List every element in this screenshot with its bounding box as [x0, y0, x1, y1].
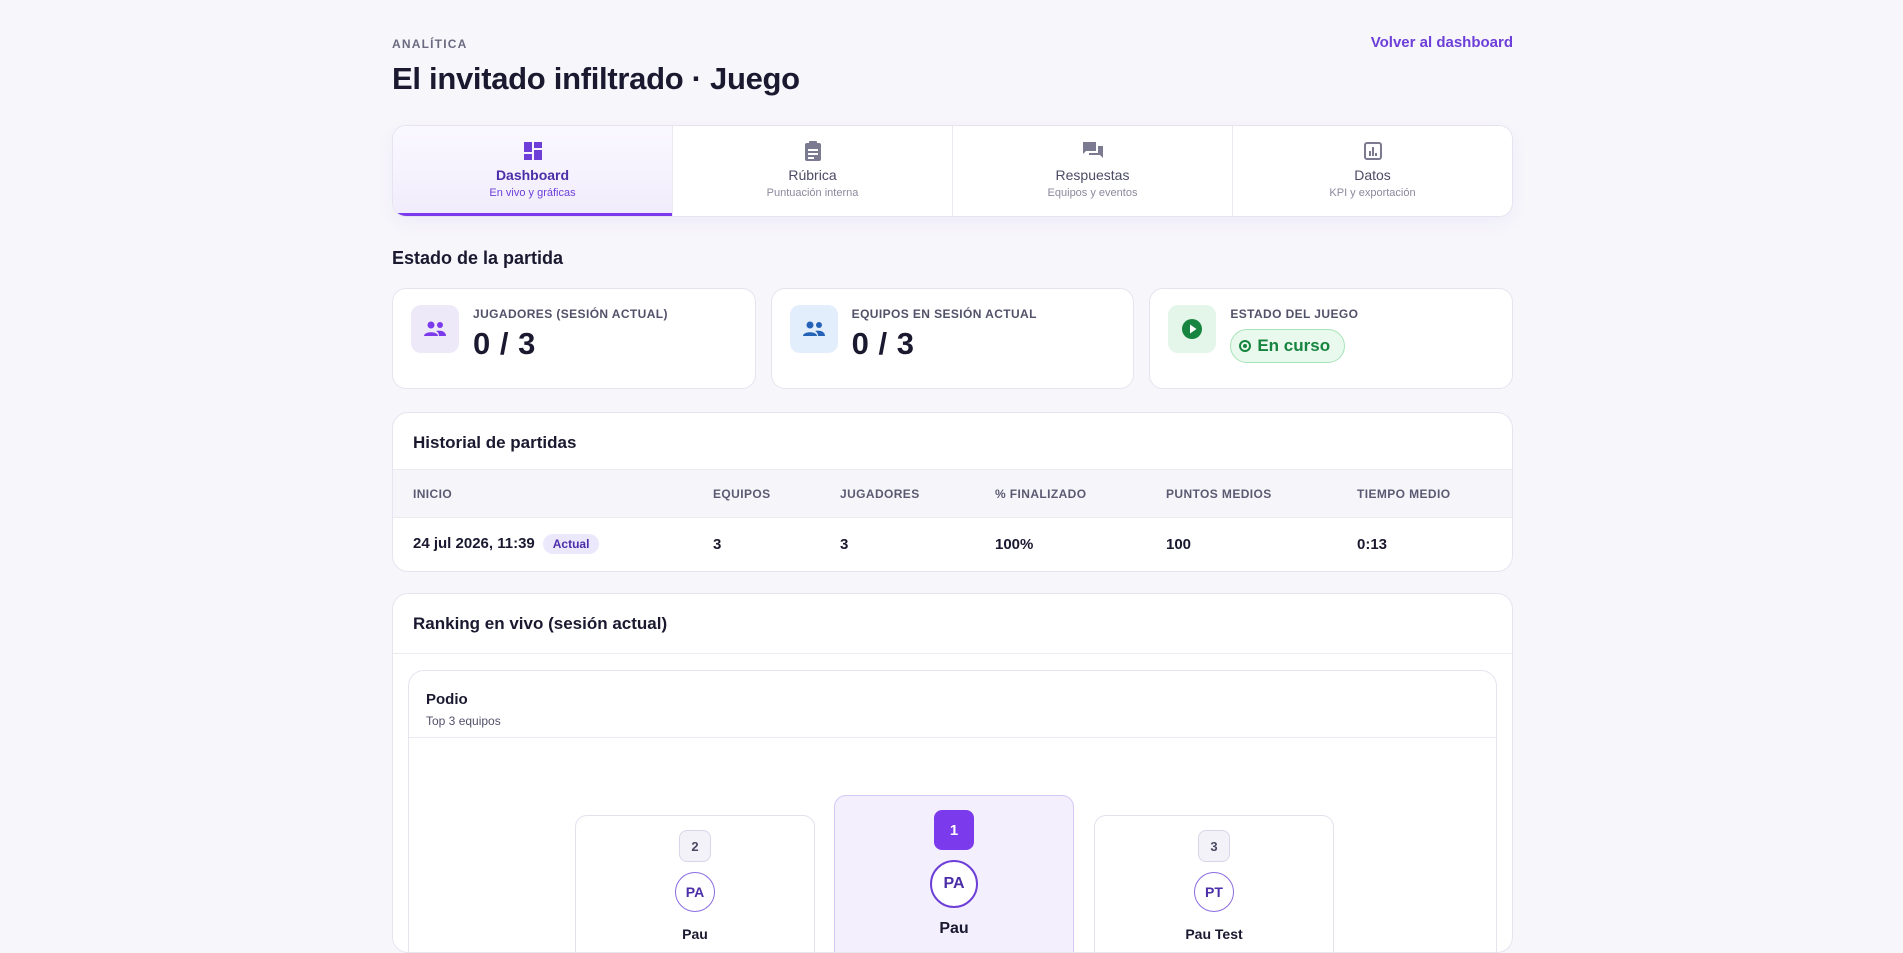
table-header-row: INICIO EQUIPOS JUGADORES % FINALIZADO PU… [393, 469, 1512, 518]
start-date: 24 jul 2026, 11:39 [413, 535, 535, 553]
people-icon [411, 305, 459, 353]
column-header: EQUIPOS [693, 469, 820, 518]
stat-label: JUGADORES (SESIÓN ACTUAL) [473, 307, 668, 321]
tab-datos[interactable]: Datos KPI y exportación [1233, 126, 1512, 216]
status-text: En curso [1257, 336, 1331, 355]
status-dot-icon [1239, 340, 1252, 352]
team-name: Pau [682, 926, 708, 942]
tab-rubrica[interactable]: Rúbrica Puntuación interna [673, 126, 953, 216]
tab-respuestas[interactable]: Respuestas Equipos y eventos [953, 126, 1233, 216]
stat-value: 0 / 3 [851, 326, 915, 361]
column-header: % FINALIZADO [975, 469, 1146, 518]
tab-subtitle: Equipos y eventos [1047, 187, 1138, 199]
section-title: Estado de la partida [392, 248, 564, 268]
tab-subtitle: Puntuación interna [766, 187, 859, 199]
tab-bar: Dashboard En vivo y gráficas Rúbrica Pun… [392, 125, 1513, 217]
avatar: PT [1194, 872, 1234, 912]
podium-slot-first: 1 PA Pau [834, 795, 1074, 952]
game-status-card: ESTADO DEL JUEGO En curso [1149, 288, 1514, 389]
tab-label: Dashboard [495, 167, 570, 183]
chat-icon [1082, 141, 1103, 161]
rank-badge: 3 [1198, 830, 1230, 862]
players-stat-card: JUGADORES (SESIÓN ACTUAL) 0 / 3 [392, 288, 756, 389]
stat-label: EQUIPOS EN SESIÓN ACTUAL [851, 307, 1037, 321]
stats-row: JUGADORES (SESIÓN ACTUAL) 0 / 3 EQUIPOS … [392, 288, 1514, 389]
avatar: PA [930, 860, 978, 908]
column-header: TIEMPO MEDIO [1337, 469, 1512, 518]
teams-cell: 3 [713, 535, 722, 553]
people-icon [789, 305, 838, 353]
ranking-header: Ranking en vivo (sesión actual) [393, 594, 1512, 654]
status-badge: En curso [1230, 329, 1346, 363]
table-row: 24 jul 2026, 11:39 Actual 3 3 100% 100 0:… [393, 518, 1512, 571]
players-cell: 3 [840, 535, 849, 553]
rank-badge: 1 [934, 810, 974, 850]
team-name: Pau [939, 920, 969, 937]
podium-card: Podio Top 3 equipos 2 PA Pau 1 PA Pau 3 … [408, 670, 1497, 952]
tab-subtitle: KPI y exportación [1329, 187, 1416, 199]
podium-subtitle: Top 3 equipos [426, 714, 501, 728]
podium-slot-second: 2 PA Pau [575, 815, 815, 952]
card-title: Ranking en vivo (sesión actual) [413, 614, 668, 633]
rank-badge: 2 [679, 830, 711, 862]
start-cell: 24 jul 2026, 11:39 Actual [393, 518, 693, 571]
tab-subtitle: En vivo y gráficas [489, 187, 576, 199]
time-cell: 0:13 [1357, 535, 1388, 553]
tab-label: Rúbrica [788, 167, 837, 183]
history-card: Historial de partidas INICIO EQUIPOS JUG… [392, 412, 1513, 572]
tab-label: Respuestas [1055, 167, 1130, 183]
column-header: JUGADORES [820, 469, 975, 518]
team-name: Pau Test [1185, 926, 1243, 942]
avatar: PA [675, 872, 715, 912]
history-table: INICIO EQUIPOS JUGADORES % FINALIZADO PU… [393, 469, 1512, 571]
teams-stat-card: EQUIPOS EN SESIÓN ACTUAL 0 / 3 [770, 288, 1135, 389]
podium-header: Podio Top 3 equipos [409, 671, 1496, 738]
clipboard-icon [803, 141, 823, 161]
points-cell: 100 [1166, 535, 1192, 553]
tab-dashboard[interactable]: Dashboard En vivo y gráficas [393, 126, 673, 216]
dashboard-icon [523, 141, 543, 161]
finished-cell: 100% [995, 535, 1034, 553]
card-title: Historial de partidas [413, 433, 577, 452]
ranking-card: Ranking en vivo (sesión actual) Podio To… [392, 593, 1513, 953]
stat-label: ESTADO DEL JUEGO [1230, 307, 1359, 321]
page-title: El invitado infiltrado · Juego [392, 61, 800, 96]
stat-value: 0 / 3 [473, 326, 536, 361]
podium-slot-third: 3 PT Pau Test [1094, 815, 1334, 952]
section-eyebrow: ANALÍTICA [392, 37, 468, 51]
column-header: INICIO [393, 469, 693, 518]
chart-icon [1363, 141, 1383, 161]
tab-label: Datos [1354, 167, 1391, 183]
podium-title: Podio [426, 691, 468, 708]
play-icon [1168, 305, 1217, 353]
column-header: PUNTOS MEDIOS [1146, 469, 1337, 518]
current-badge: Actual [542, 534, 600, 555]
back-to-dashboard-link[interactable]: Volver al dashboard [1371, 34, 1513, 51]
